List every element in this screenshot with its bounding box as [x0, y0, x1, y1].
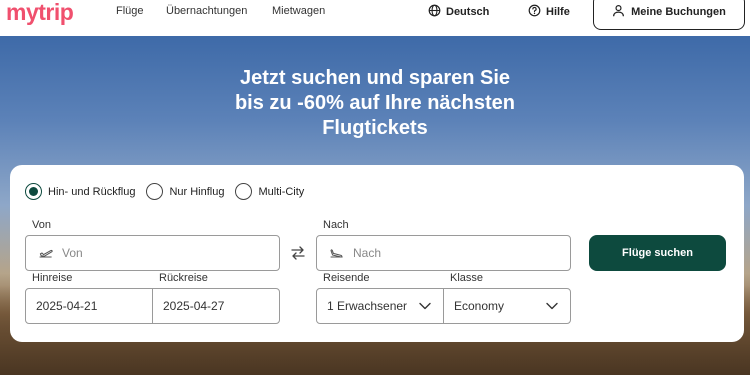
my-bookings-button[interactable]: Meine Buchungen [593, 0, 745, 30]
travelers-select[interactable]: 1 Erwachsener [316, 288, 444, 324]
multi-city-radio[interactable]: Multi-City [235, 183, 304, 200]
mytrip-logo[interactable]: mytrip [6, 0, 74, 24]
to-airport-input[interactable]: Nach [316, 235, 571, 271]
from-placeholder: Von [62, 246, 83, 260]
hero-title-line-3: Flugtickets [322, 117, 428, 139]
help-link[interactable]: Hilfe [528, 4, 570, 20]
return-date-label: Rückreise [159, 272, 208, 284]
hero-title: Jetzt suchen und sparen Sie bis zu -60% … [175, 66, 575, 141]
from-field-label: Von [32, 219, 51, 231]
my-bookings-label: Meine Buchungen [631, 6, 726, 18]
to-field-label: Nach [323, 219, 349, 231]
travelers-label: Reisende [323, 272, 370, 284]
trip-type-selector: Hin- und Rückflug Nur Hinflug Multi-City [25, 183, 315, 200]
swap-airports-icon[interactable] [289, 244, 307, 262]
help-label: Hilfe [546, 6, 570, 18]
from-airport-input[interactable]: Von [25, 235, 280, 271]
one-way-label: Nur Hinflug [169, 185, 225, 198]
cabin-class-value: Economy [454, 299, 505, 313]
nav-car-rental-link[interactable]: Mietwagen [272, 5, 325, 17]
nav-stays-link[interactable]: Übernachtungen [166, 5, 247, 17]
nav-flights-link[interactable]: Flüge [116, 5, 144, 17]
plane-takeoff-icon [38, 247, 54, 259]
one-way-radio[interactable]: Nur Hinflug [146, 183, 224, 200]
cabin-class-select[interactable]: Economy [443, 288, 571, 324]
hero-title-line-2: bis zu -60% auf Ihre nächsten [234, 92, 516, 114]
globe-icon [428, 4, 441, 20]
round-trip-radio[interactable]: Hin- und Rückflug [25, 183, 135, 200]
language-selector[interactable]: Deutsch [428, 4, 489, 20]
depart-date-value: 2025-04-21 [36, 299, 98, 313]
user-icon [612, 4, 625, 20]
travelers-value: 1 Erwachsener [327, 299, 408, 313]
return-date-value: 2025-04-27 [163, 299, 225, 313]
language-label: Deutsch [446, 6, 490, 18]
hero-title-line-1: Jetzt suchen und sparen Sie [239, 67, 511, 89]
depart-date-label: Hinreise [32, 272, 73, 284]
help-circle-icon [528, 4, 541, 20]
multi-city-label: Multi-City [258, 185, 305, 198]
plane-landing-icon [329, 247, 345, 259]
radio-unchecked-icon [146, 183, 164, 200]
chevron-down-icon [546, 302, 558, 310]
radio-checked-icon [25, 183, 42, 200]
depart-date-input[interactable]: 2025-04-21 [25, 288, 153, 324]
return-date-input[interactable]: 2025-04-27 [152, 288, 280, 324]
round-trip-label: Hin- und Rückflug [48, 185, 136, 198]
radio-unchecked-icon [235, 183, 253, 200]
to-placeholder: Nach [353, 246, 382, 260]
top-navigation-bar: mytrip Flüge Übernachtungen Mietwagen De… [0, 0, 750, 36]
search-flights-button[interactable]: Flüge suchen [589, 235, 726, 271]
cabin-class-label: Klasse [450, 272, 484, 284]
chevron-down-icon [419, 302, 431, 310]
